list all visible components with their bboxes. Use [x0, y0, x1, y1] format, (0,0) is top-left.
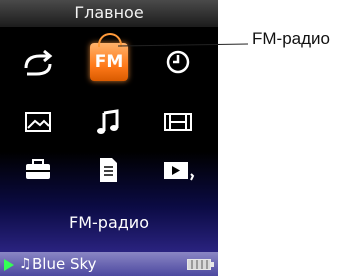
music-note-small-icon: ♫ — [19, 256, 32, 272]
document-icon[interactable] — [88, 152, 128, 188]
photo-icon[interactable] — [18, 104, 58, 140]
track-title: Blue Sky — [32, 255, 97, 273]
settings-toolbox-icon[interactable] — [18, 152, 58, 188]
battery-icon — [187, 259, 214, 270]
slideshow-icon[interactable] — [158, 152, 198, 188]
selected-item-label: FM-радио — [69, 213, 149, 232]
callout-leader-line — [118, 43, 248, 47]
menu-title: Главное — [0, 0, 218, 27]
callout-label: FM-радио — [252, 29, 330, 48]
repeat-icon[interactable] — [18, 44, 58, 80]
music-note-icon[interactable] — [88, 104, 128, 140]
video-film-icon[interactable] — [158, 104, 198, 140]
play-icon — [4, 259, 14, 271]
status-bar: ♫ Blue Sky — [0, 252, 218, 276]
